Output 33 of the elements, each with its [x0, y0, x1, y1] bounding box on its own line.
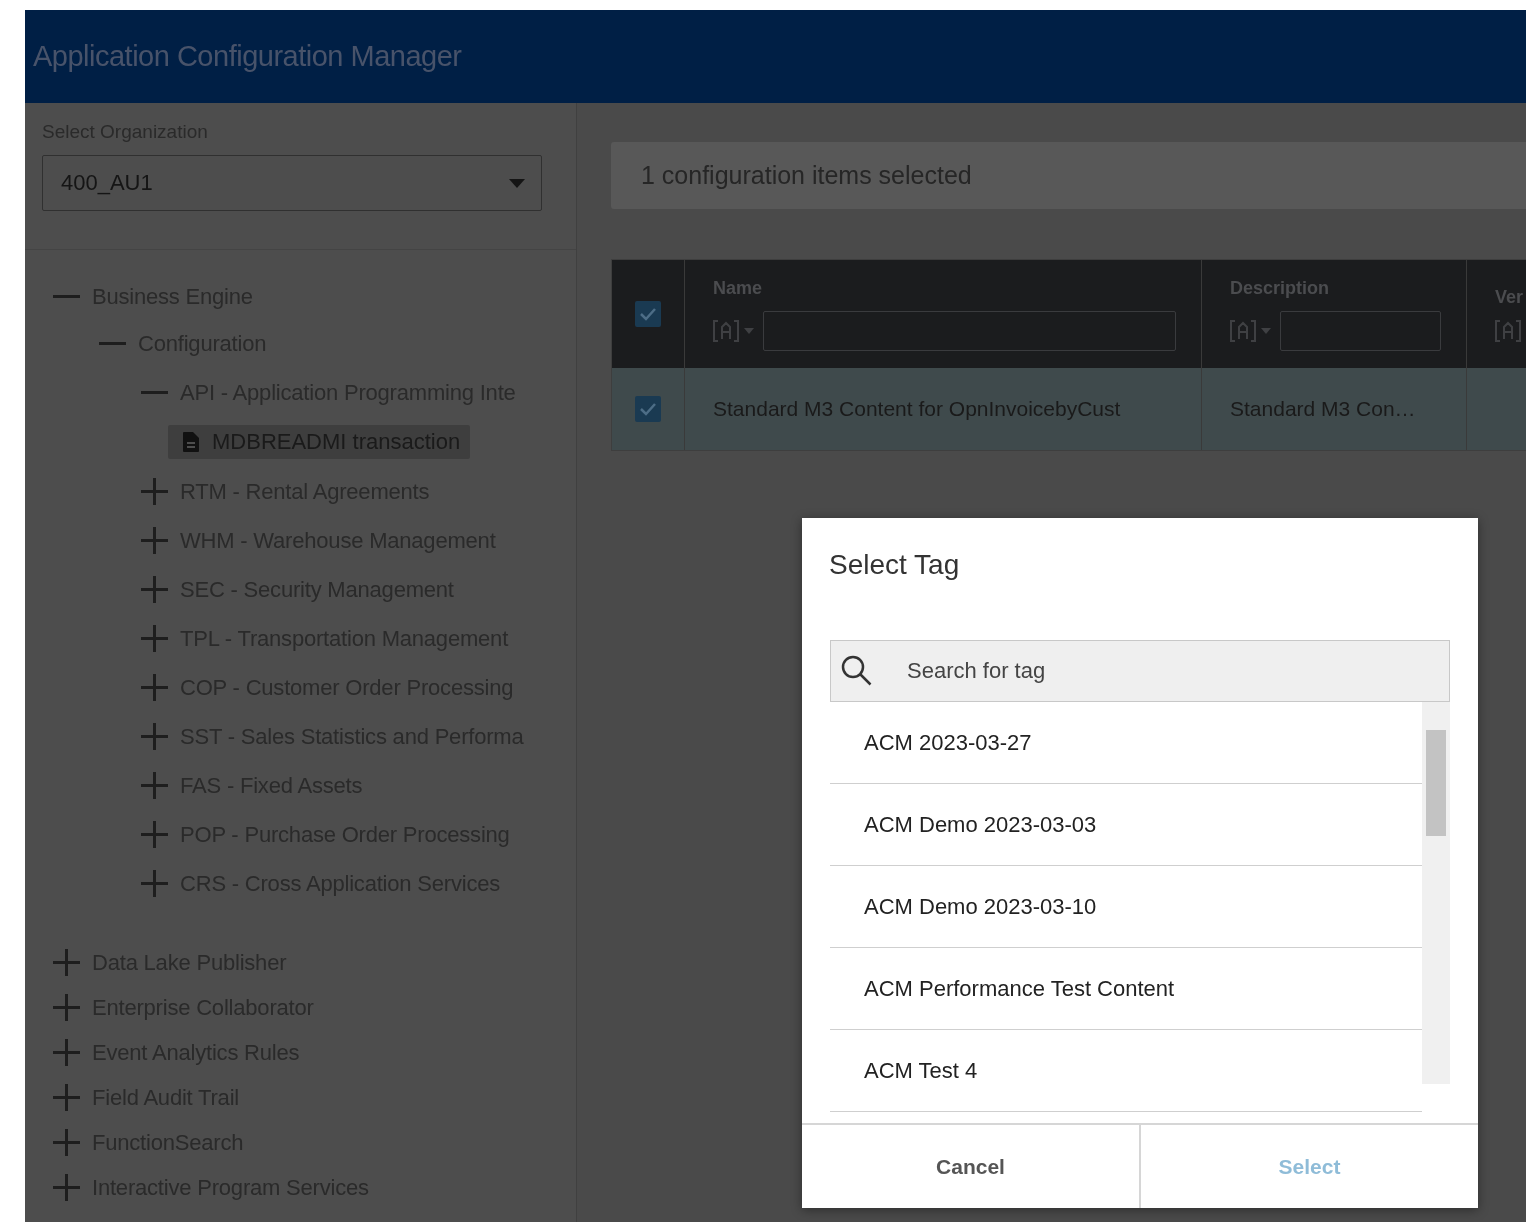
expand-icon[interactable]: [141, 527, 168, 554]
filter-icon[interactable]: [713, 319, 755, 342]
checkbox[interactable]: [635, 301, 661, 327]
filter-field[interactable]: [1280, 310, 1441, 351]
checkbox[interactable]: [635, 396, 661, 422]
tag-item[interactable]: ACM Test 4: [830, 1030, 1422, 1112]
cancel-button[interactable]: Cancel: [802, 1125, 1139, 1208]
expand-icon[interactable]: [53, 1174, 80, 1201]
checkmark-icon: [639, 402, 657, 416]
expand-icon[interactable]: [141, 674, 168, 701]
expand-icon[interactable]: [141, 723, 168, 750]
expand-icon[interactable]: [141, 821, 168, 848]
search-icon: [840, 654, 874, 688]
filter-field[interactable]: [763, 310, 1176, 351]
expand-icon[interactable]: [53, 1084, 80, 1111]
expand-icon[interactable]: [53, 1039, 80, 1066]
search-field[interactable]: Search for tag: [830, 640, 1450, 702]
expand-icon[interactable]: [141, 870, 168, 897]
expand-icon[interactable]: [141, 772, 168, 799]
expand-icon[interactable]: [141, 625, 168, 652]
app-title: Application Configuration Manager: [33, 40, 462, 73]
scrollbar[interactable]: [1422, 702, 1450, 1084]
expand-icon[interactable]: [53, 1129, 80, 1156]
expand-icon[interactable]: [53, 994, 80, 1021]
expand-icon[interactable]: [141, 576, 168, 603]
dialog-title: Select Tag: [828, 548, 961, 582]
caret-icon: [509, 178, 525, 188]
expand-icon[interactable]: [53, 949, 80, 976]
checkmark-icon: [639, 307, 657, 321]
document-icon: [182, 431, 200, 453]
expand-icon[interactable]: [141, 478, 168, 505]
filter-icon[interactable]: [1230, 319, 1272, 342]
organization-select[interactable]: 400_AU1: [42, 155, 542, 211]
